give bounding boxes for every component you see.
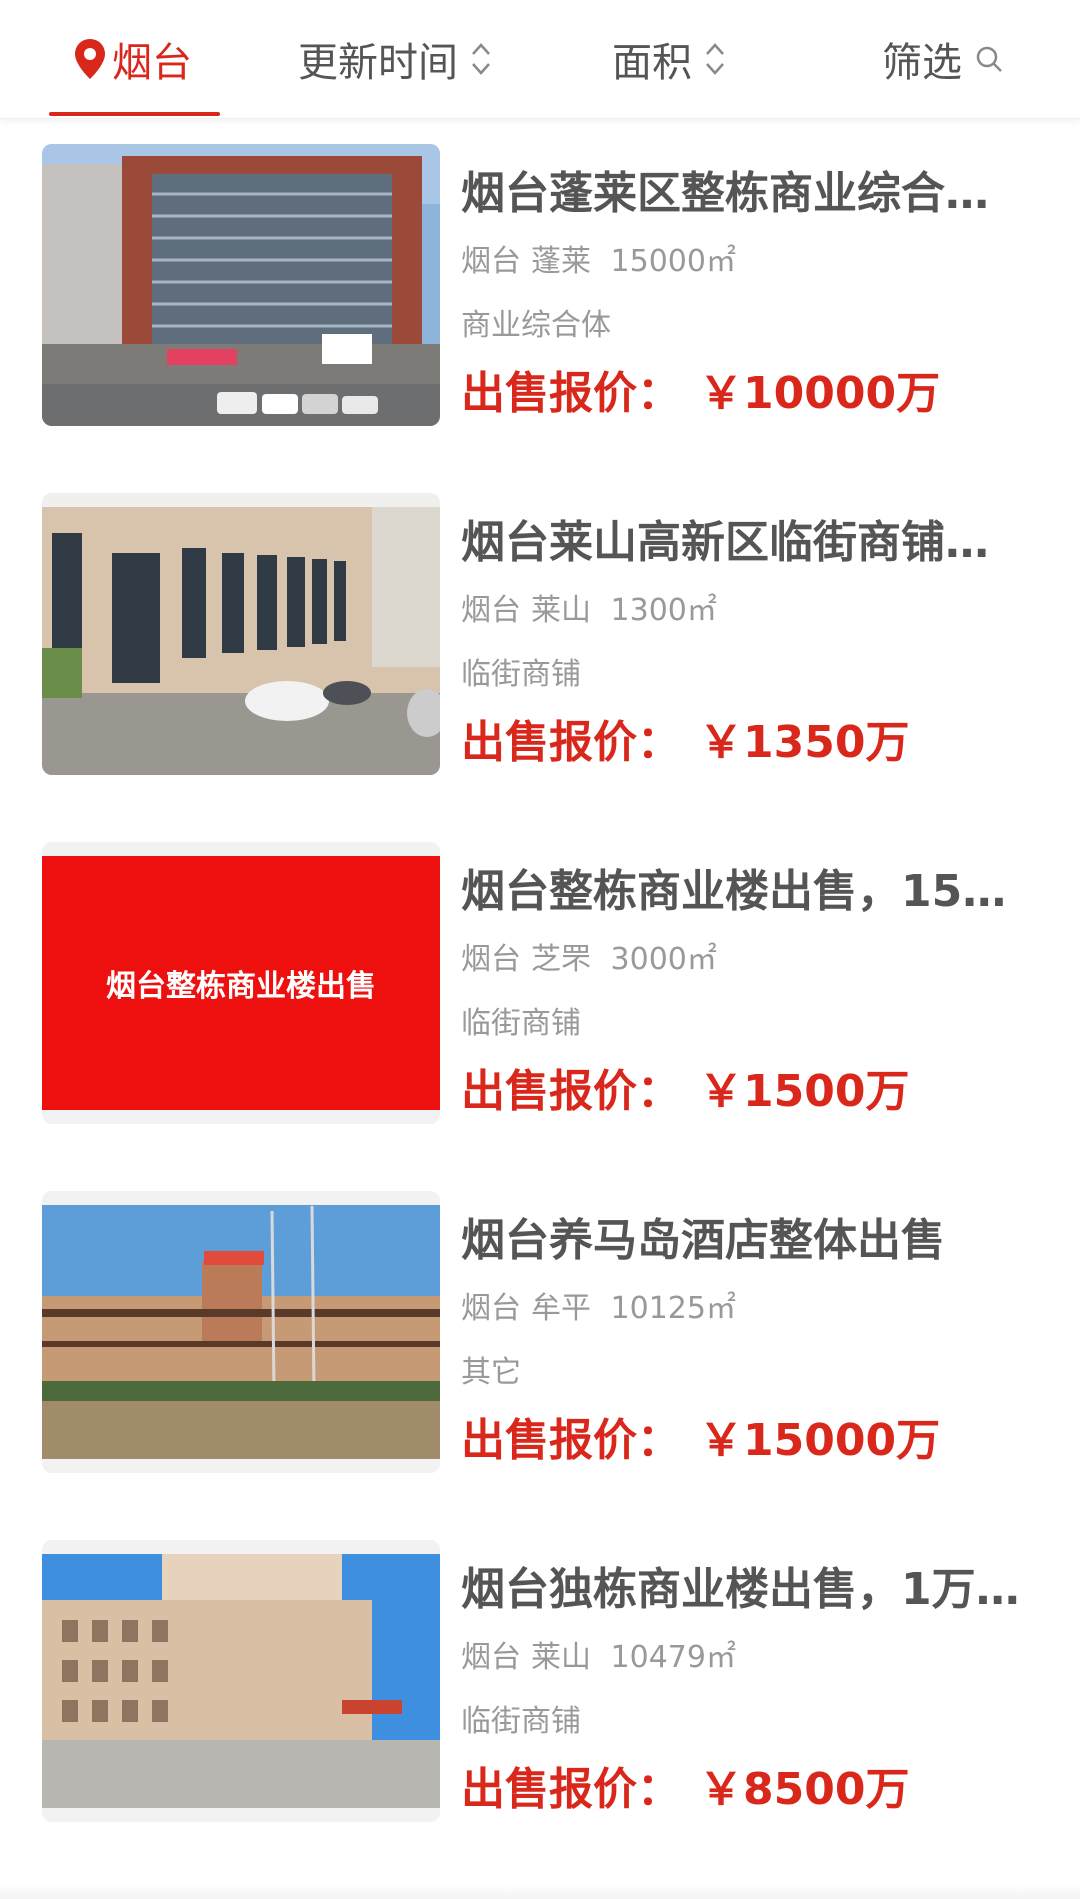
- price-label: 出售报价：: [461, 1066, 681, 1117]
- listing-title[interactable]: 烟台莱山高新区临街商铺…: [461, 515, 1036, 571]
- listing-meta: 烟台 莱山 10479㎡: [461, 1638, 736, 1678]
- filter-button[interactable]: 筛选: [882, 0, 1004, 118]
- listing-category: 临街商铺: [461, 1704, 581, 1739]
- listing-category: 临街商铺: [461, 1006, 581, 1041]
- listing-area: 3000㎡: [610, 942, 717, 977]
- listing-price: 出售报价： ￥8500万: [461, 1762, 909, 1818]
- listing-district: 莱山: [531, 593, 591, 628]
- listing-price: 出售报价： ￥1500万: [461, 1064, 909, 1120]
- listing-price: 出售报价： ￥1350万: [461, 715, 909, 771]
- listing-meta: 烟台 莱山 1300㎡: [461, 591, 717, 631]
- search-icon: [976, 46, 1002, 72]
- listing-card[interactable]: 烟台养马岛酒店整体出售 烟台 牟平 10125㎡ 其它 出售报价： ￥15000万: [0, 1191, 1080, 1473]
- listing-district: 蓬莱: [531, 244, 591, 279]
- listing-thumbnail[interactable]: [42, 493, 440, 775]
- listing-category: 其它: [461, 1355, 521, 1390]
- listing-area: 15000㎡: [610, 244, 736, 279]
- listing-card[interactable]: 烟台蓬莱区整栋商业综合… 烟台 蓬莱 15000㎡ 商业综合体 出售报价： ￥100…: [0, 144, 1080, 426]
- sort-area[interactable]: 面积: [612, 0, 726, 118]
- update-time-label: 更新时间: [298, 40, 458, 86]
- price-value: ￥8500万: [699, 1764, 910, 1815]
- hotel-image: [42, 1191, 440, 1473]
- listing-thumbnail[interactable]: [42, 1191, 440, 1473]
- listing-price: 出售报价： ￥15000万: [461, 1413, 940, 1469]
- area-label: 面积: [612, 40, 692, 86]
- sort-update-time[interactable]: 更新时间: [298, 0, 492, 118]
- listing-title[interactable]: 烟台养马岛酒店整体出售: [461, 1213, 1036, 1269]
- city-selector[interactable]: 烟台: [72, 0, 192, 118]
- listing-title[interactable]: 烟台独栋商业楼出售，1万…: [461, 1562, 1036, 1618]
- listing-category: 商业综合体: [461, 308, 611, 343]
- office-building-image: [42, 144, 440, 426]
- listing-meta: 烟台 牟平 10125㎡: [461, 1289, 736, 1329]
- price-value: ￥1350万: [699, 717, 910, 768]
- location-pin-icon: [75, 39, 105, 79]
- listing-price: 出售报价： ￥10000万: [461, 366, 940, 422]
- listing-meta: 烟台 蓬莱 15000㎡: [461, 242, 736, 282]
- listing-category: 临街商铺: [461, 657, 581, 692]
- price-label: 出售报价：: [461, 368, 681, 419]
- listing-area: 1300㎡: [610, 593, 717, 628]
- listing-card[interactable]: 烟台莱山高新区临街商铺… 烟台 莱山 1300㎡ 临街商铺 出售报价： ￥1350万: [0, 493, 1080, 775]
- filter-label: 筛选: [882, 40, 962, 86]
- price-label: 出售报价：: [461, 1415, 681, 1466]
- listing-area: 10479㎡: [610, 1640, 736, 1675]
- listing-city: 烟台: [461, 1291, 521, 1326]
- listing-district: 芝罘: [531, 942, 591, 977]
- listing-thumbnail[interactable]: 烟台整栋商业楼出售: [42, 842, 440, 1124]
- listing-city: 烟台: [461, 942, 521, 977]
- sort-arrows-icon: [472, 43, 490, 75]
- street-shops-image: [42, 493, 440, 775]
- listing-card[interactable]: 烟台整栋商业楼出售 烟台整栋商业楼出售，150… 烟台 芝罘 3000㎡ 临街商铺…: [0, 842, 1080, 1124]
- listing-card[interactable]: 烟台独栋商业楼出售，1万… 烟台 莱山 10479㎡ 临街商铺 出售报价： ￥850…: [0, 1540, 1080, 1822]
- sort-arrows-icon: [706, 43, 724, 75]
- european-building-image: [42, 1540, 440, 1822]
- listing-thumbnail[interactable]: [42, 144, 440, 426]
- listing-area: 10125㎡: [610, 1291, 736, 1326]
- filter-bar: 烟台 更新时间 面积 筛选: [0, 0, 1080, 119]
- listing-city: 烟台: [461, 1640, 521, 1675]
- listing-title[interactable]: 烟台蓬莱区整栋商业综合…: [461, 166, 1036, 222]
- price-value: ￥10000万: [699, 368, 941, 419]
- listing-thumbnail[interactable]: [42, 1540, 440, 1822]
- banner-text: 烟台整栋商业楼出售: [106, 969, 376, 1004]
- listing-meta: 烟台 芝罘 3000㎡: [461, 940, 717, 980]
- listing-district: 莱山: [531, 1640, 591, 1675]
- listing-city: 烟台: [461, 593, 521, 628]
- city-label: 烟台: [112, 40, 192, 86]
- bottom-divider: [0, 1884, 1080, 1899]
- price-label: 出售报价：: [461, 1764, 681, 1815]
- price-value: ￥1500万: [699, 1066, 910, 1117]
- listing-city: 烟台: [461, 244, 521, 279]
- active-tab-underline: [49, 112, 220, 116]
- listing-district: 牟平: [531, 1291, 591, 1326]
- listing-title[interactable]: 烟台整栋商业楼出售，150…: [461, 864, 1036, 920]
- price-label: 出售报价：: [461, 717, 681, 768]
- price-value: ￥15000万: [699, 1415, 941, 1466]
